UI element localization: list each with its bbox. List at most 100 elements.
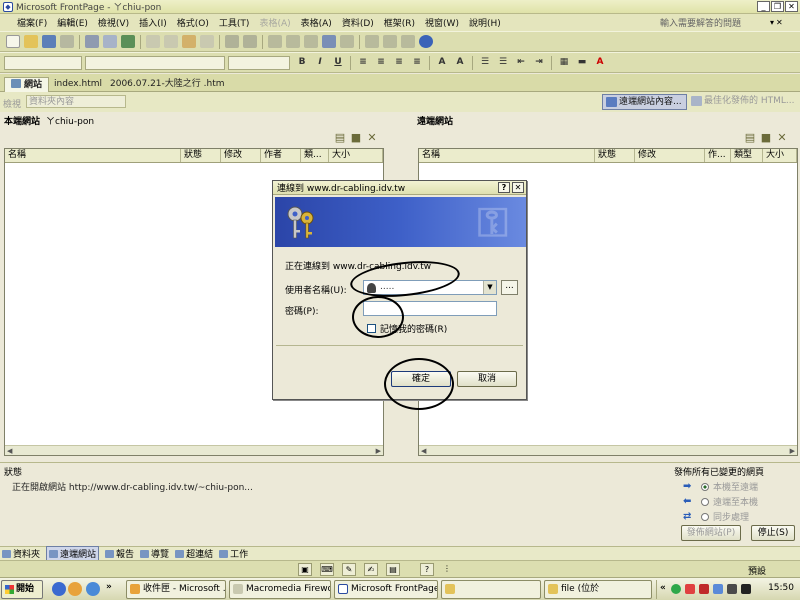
column-author[interactable]: 作... <box>705 149 731 162</box>
drawing-icon[interactable] <box>340 35 354 48</box>
quicklaunch-more[interactable]: » <box>106 582 112 592</box>
increase-indent-icon[interactable]: ⇥ <box>532 56 546 69</box>
new-folder-icon[interactable]: ■ <box>760 132 772 144</box>
refresh-icon[interactable] <box>383 35 397 48</box>
column-size[interactable]: 大小 <box>763 149 797 162</box>
view-navigation[interactable]: 導覽 <box>140 547 169 560</box>
remote-content-button[interactable]: 遠端網站內容... <box>602 94 687 110</box>
view-tasks[interactable]: 工作 <box>219 547 248 560</box>
column-type[interactable]: 類... <box>301 149 329 162</box>
horizontal-scrollbar[interactable]: ◀ ▶ <box>5 445 383 455</box>
keyboard-icon[interactable]: ⌨ <box>320 563 334 576</box>
new-page-icon[interactable] <box>6 35 20 48</box>
open-folder-icon[interactable] <box>24 35 38 48</box>
menu-help[interactable]: 說明(H) <box>464 16 506 29</box>
delete-icon[interactable]: ✕ <box>776 132 788 144</box>
font-color-icon[interactable]: A <box>593 56 607 69</box>
close-button[interactable]: ✕ <box>785 1 798 12</box>
minimize-button[interactable]: _ <box>757 1 770 12</box>
dialog-help-button[interactable]: ? <box>498 182 510 193</box>
tray-ime-icon[interactable] <box>741 584 751 594</box>
print-icon[interactable] <box>85 35 99 48</box>
menu-frames[interactable]: 框架(R) <box>379 16 420 29</box>
tab-trip-page[interactable]: 2006.07.21-大陸之行 .htm <box>104 77 231 92</box>
decrease-indent-icon[interactable]: ⇤ <box>514 56 528 69</box>
sign-icon[interactable]: ✍ <box>364 563 378 576</box>
italic-icon[interactable]: I <box>313 56 327 69</box>
save-icon[interactable] <box>42 35 56 48</box>
browser-icon[interactable] <box>86 582 100 596</box>
new-page-icon[interactable]: ▤ <box>334 132 346 144</box>
spelling-icon[interactable] <box>121 35 135 48</box>
edit-icon[interactable]: ✎ <box>342 563 356 576</box>
menu-edit[interactable]: 編輯(E) <box>52 16 93 29</box>
column-type[interactable]: 類型 <box>731 149 763 162</box>
dialog-close-button[interactable]: ✕ <box>512 182 524 193</box>
column-status[interactable]: 狀態 <box>595 149 635 162</box>
style-dropdown[interactable] <box>4 55 82 70</box>
column-name[interactable]: 名稱 <box>419 149 595 162</box>
view-select[interactable]: 資料夾內容 <box>26 95 126 108</box>
view-hyperlinks[interactable]: 超連結 <box>175 547 213 560</box>
search-icon[interactable] <box>60 35 74 48</box>
format-painter-icon[interactable] <box>200 35 214 48</box>
start-button[interactable]: 開始 <box>1 580 43 599</box>
underline-icon[interactable]: U <box>331 56 345 69</box>
menu-window[interactable]: 視窗(W) <box>420 16 464 29</box>
restore-button[interactable]: ❐ <box>771 1 784 12</box>
bullets-icon[interactable]: ☰ <box>496 56 510 69</box>
tab-website[interactable]: 網站 <box>4 77 50 92</box>
preview-icon[interactable] <box>103 35 117 48</box>
help-icon[interactable]: ? <box>420 563 434 576</box>
insert-layer-icon[interactable] <box>304 35 318 48</box>
tray-network-icon[interactable] <box>671 584 681 594</box>
font-size-dropdown[interactable] <box>228 55 290 70</box>
task-fireworks[interactable]: Macromedia Firewo... <box>229 580 331 599</box>
username-browse-button[interactable]: ... <box>501 280 518 295</box>
chevron-down-icon[interactable]: ▼ <box>483 281 496 294</box>
show-all-icon[interactable] <box>401 35 415 48</box>
insert-picture-icon[interactable] <box>322 35 336 48</box>
highlight-icon[interactable]: ▬ <box>575 56 589 69</box>
column-name[interactable]: 名稱 <box>5 149 181 162</box>
bold-icon[interactable]: B <box>295 56 309 69</box>
menu-view[interactable]: 檢視(V) <box>93 16 134 29</box>
scroll-right-icon[interactable]: ▶ <box>376 447 381 455</box>
view-folders[interactable]: 資料夾 <box>2 547 40 560</box>
increase-font-icon[interactable]: A <box>435 56 449 69</box>
horizontal-scrollbar[interactable]: ◀ ▶ <box>419 445 797 455</box>
tray-display-icon[interactable] <box>713 584 723 594</box>
scroll-right-icon[interactable]: ▶ <box>790 447 795 455</box>
menu-file[interactable]: 檔案(F) <box>12 16 52 29</box>
copy-icon[interactable] <box>164 35 178 48</box>
cut-icon[interactable] <box>146 35 160 48</box>
font-dropdown[interactable] <box>85 55 225 70</box>
publish-website-button[interactable]: 發佈網站(P) <box>681 525 741 541</box>
optimize-html-button[interactable]: 最佳化發佈的 HTML... <box>688 94 799 110</box>
paste-icon[interactable] <box>182 35 196 48</box>
new-page-icon[interactable]: ▤ <box>744 132 756 144</box>
tray-k-icon[interactable] <box>699 584 709 594</box>
menu-table[interactable]: 表格(A) <box>296 16 337 29</box>
stop-button[interactable]: 停止(S) <box>751 525 795 541</box>
decrease-font-icon[interactable]: A <box>453 56 467 69</box>
firefox-icon[interactable] <box>68 582 82 596</box>
align-center-icon[interactable]: ≡ <box>374 56 388 69</box>
align-left-icon[interactable]: ≡ <box>356 56 370 69</box>
undo-icon[interactable] <box>225 35 239 48</box>
task-file[interactable]: file (位於 <box>544 580 652 599</box>
menu-insert[interactable]: 插入(I) <box>134 16 172 29</box>
ie-icon[interactable] <box>52 582 66 596</box>
cancel-button[interactable]: 取消 <box>457 371 517 387</box>
column-status[interactable]: 狀態 <box>181 149 221 162</box>
redo-icon[interactable] <box>243 35 257 48</box>
task-folder[interactable] <box>441 580 541 599</box>
more-icon[interactable]: ⋮ <box>440 563 454 576</box>
numbering-icon[interactable]: ☰ <box>478 56 492 69</box>
column-size[interactable]: 大小 <box>329 149 383 162</box>
document-icon[interactable]: ▤ <box>386 563 400 576</box>
menu-data[interactable]: 資料(D) <box>337 16 379 29</box>
delete-icon[interactable]: ✕ <box>366 132 378 144</box>
column-modified[interactable]: 修改 <box>635 149 705 162</box>
align-right-icon[interactable]: ≡ <box>392 56 406 69</box>
